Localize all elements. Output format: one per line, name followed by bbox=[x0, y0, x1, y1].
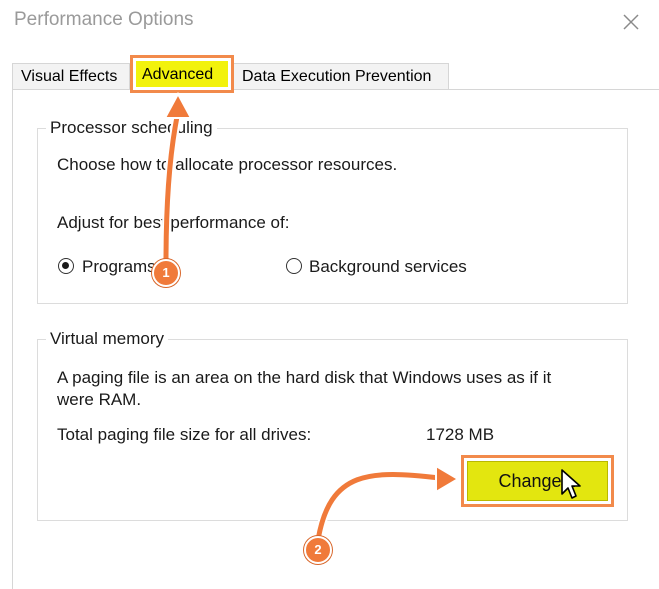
mouse-pointer-icon bbox=[560, 468, 584, 507]
tab-label: Advanced bbox=[136, 61, 228, 87]
total-paging-value: 1728 MB bbox=[426, 425, 495, 444]
tab-advanced[interactable]: Advanced bbox=[130, 55, 234, 93]
processor-description: Choose how to allocate processor resourc… bbox=[57, 155, 398, 174]
performance-options-window: Performance Options Visual Effects Advan… bbox=[0, 0, 659, 589]
tab-label: Data Execution Prevention bbox=[242, 68, 432, 85]
virtual-memory-description-line1: A paging file is an area on the hard dis… bbox=[57, 368, 552, 387]
annotation-badge-2: 2 bbox=[304, 536, 332, 564]
programs-radio[interactable] bbox=[58, 258, 74, 274]
window-title: Performance Options bbox=[14, 9, 194, 30]
group-title: Processor scheduling bbox=[46, 117, 217, 139]
group-title: Virtual memory bbox=[46, 328, 168, 350]
programs-label[interactable]: Programs bbox=[82, 256, 156, 277]
total-paging-label: Total paging file size for all drives: bbox=[57, 425, 312, 444]
virtual-memory-description-line2: were RAM. bbox=[57, 390, 142, 409]
tab-data-execution-prevention[interactable]: Data Execution Prevention bbox=[233, 63, 449, 89]
change-button[interactable]: Change... bbox=[461, 455, 614, 507]
adjust-label: Adjust for best performance of: bbox=[57, 213, 290, 232]
title-bar: Performance Options bbox=[0, 0, 659, 44]
background-services-label[interactable]: Background services bbox=[309, 256, 467, 277]
background-services-radio[interactable] bbox=[286, 258, 302, 274]
close-button[interactable] bbox=[617, 8, 645, 36]
change-button-label: Change... bbox=[467, 461, 608, 501]
tab-visual-effects[interactable]: Visual Effects bbox=[12, 63, 130, 89]
close-icon bbox=[623, 14, 639, 30]
tab-label: Visual Effects bbox=[21, 68, 118, 85]
annotation-badge-1: 1 bbox=[152, 259, 180, 287]
